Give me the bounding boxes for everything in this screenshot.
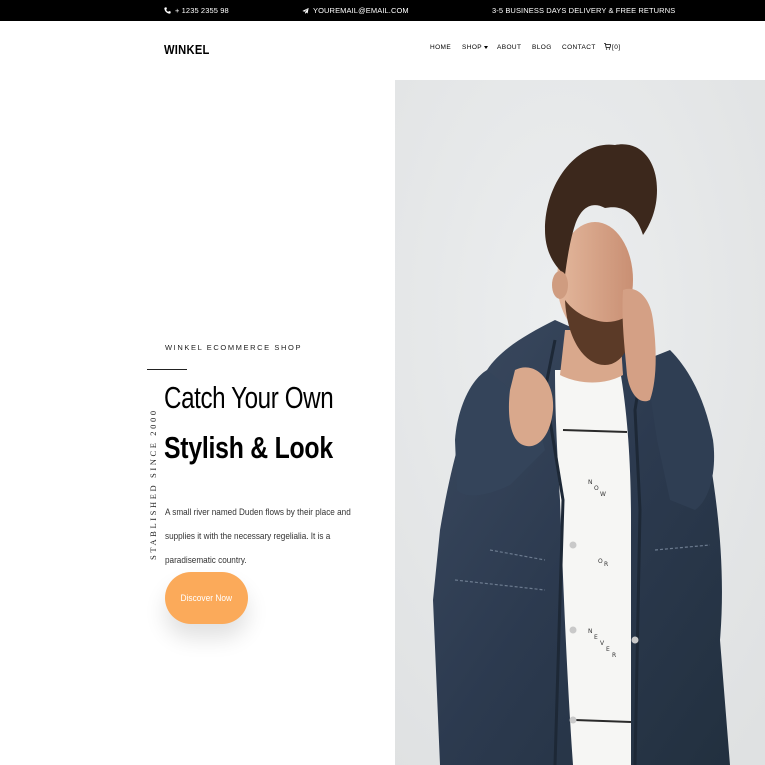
shirt-letter: R: [604, 561, 608, 568]
model-illustration: N O W O R N E V E R: [395, 80, 765, 765]
hero-description: A small river named Duden flows by their…: [165, 507, 351, 566]
tagline-divider: [147, 369, 187, 370]
shirt-letter: W: [600, 491, 606, 498]
cart-icon: [604, 42, 612, 52]
shirt-letter: R: [612, 652, 616, 659]
delivery-notice: 3-5 BUSINESS DAYS DELIVERY & FREE RETURN…: [492, 0, 675, 21]
shirt-letter: O: [594, 485, 599, 492]
nav-item-shop[interactable]: SHOP: [462, 43, 489, 51]
cart-count: [0]: [612, 43, 621, 51]
chevron-down-icon: [484, 45, 489, 49]
phone-contact[interactable]: + 1235 2355 98: [164, 0, 229, 21]
hero-tagline: WINKEL ECOMMERCE SHOP: [165, 343, 303, 352]
phone-number: + 1235 2355 98: [175, 6, 229, 15]
established-vertical-text: STABLISHED SINCE 2000: [148, 408, 158, 560]
shirt-letter: N: [588, 628, 593, 635]
delivery-text: 3-5 BUSINESS DAYS DELIVERY & FREE RETURN…: [492, 6, 676, 15]
hero-title-light: Catch Your Own: [164, 380, 334, 415]
discover-now-label: Discover Now: [180, 592, 233, 604]
top-info-bar: + 1235 2355 98 YOUREMAIL@EMAIL.COM 3-5 B…: [0, 0, 765, 21]
shirt-letter: E: [594, 634, 598, 641]
shirt-letter: O: [598, 558, 603, 565]
nav-item-blog[interactable]: BLOG: [532, 44, 552, 51]
nav-item-contact[interactable]: CONTACT: [562, 44, 596, 51]
hero-title-bold: Stylish & Look: [164, 430, 333, 465]
nav-item-about[interactable]: ABOUT: [497, 44, 521, 51]
email-contact[interactable]: YOUREMAIL@EMAIL.COM: [302, 0, 409, 21]
shirt-letter: N: [588, 479, 593, 486]
phone-icon: [164, 7, 171, 14]
nav-item-home[interactable]: HOME: [430, 44, 451, 51]
nav-item-shop-label: SHOP: [462, 43, 483, 51]
main-navbar: WINKEL HOME SHOP ABOUT BLOG CONTACT [0]: [0, 21, 765, 80]
hero-model-photo: N O W O R N E V E R: [395, 80, 765, 765]
discover-now-button[interactable]: Discover Now: [165, 572, 248, 624]
paper-plane-icon: [302, 7, 309, 15]
shirt-letter: E: [606, 646, 610, 653]
email-address: YOUREMAIL@EMAIL.COM: [313, 6, 409, 15]
nav-item-cart[interactable]: [0]: [604, 42, 621, 52]
brand-logo[interactable]: WINKEL: [164, 42, 210, 57]
